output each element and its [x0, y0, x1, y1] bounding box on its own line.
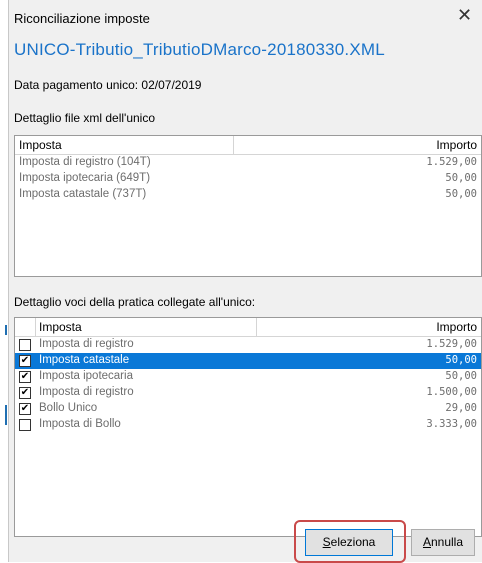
row-checkbox[interactable]: ✔ — [19, 403, 31, 415]
column-separator — [233, 136, 234, 154]
row-checkbox[interactable]: ✔ — [19, 371, 31, 383]
row-checkbox[interactable]: ✔ — [19, 387, 31, 399]
grid-header: Imposta Importo — [15, 318, 481, 337]
select-label: eleziona — [330, 535, 376, 549]
linked-items-grid[interactable]: Imposta Importo Imposta di registro 1.52… — [14, 317, 482, 537]
row-amount: 29,00 — [445, 402, 477, 414]
select-mnemonic: S — [322, 535, 331, 549]
row-amount: 1.529,00 — [426, 156, 477, 168]
checkmark-icon: ✔ — [20, 371, 30, 382]
row-amount: 50,00 — [445, 354, 477, 366]
table-row[interactable]: Imposta di Bollo 3.333,00 — [15, 417, 481, 433]
window-title: Riconciliazione imposte — [14, 11, 150, 26]
row-name: Imposta catastale (737T) — [19, 188, 147, 200]
close-icon[interactable]: ✕ — [457, 7, 472, 25]
cancel-mnemonic: A — [422, 535, 431, 549]
table-row[interactable]: ✔ Bollo Unico 29,00 — [15, 401, 481, 417]
row-amount: 50,00 — [445, 370, 477, 382]
row-checkbox[interactable]: ✔ — [19, 355, 31, 367]
checkmark-icon: ✔ — [20, 403, 30, 414]
row-amount: 50,00 — [445, 188, 477, 200]
table-row[interactable]: ✔ Imposta di registro 1.500,00 — [15, 385, 481, 401]
row-amount: 1.529,00 — [426, 338, 477, 350]
column-header-importo[interactable]: Importo — [436, 320, 477, 334]
row-name: Bollo Unico — [39, 402, 98, 414]
table-row[interactable]: Imposta di registro 1.529,00 — [15, 337, 481, 353]
checkmark-icon: ✔ — [20, 387, 30, 398]
row-name: Imposta di Bollo — [39, 418, 121, 430]
row-checkbox[interactable] — [19, 339, 31, 351]
row-name: Imposta di registro — [39, 386, 134, 398]
row-name: Imposta ipotecaria (649T) — [19, 172, 151, 184]
table-row[interactable]: Imposta catastale (737T) 50,00 — [15, 187, 481, 203]
cancel-button[interactable]: Annulla — [411, 529, 475, 556]
row-name: Imposta ipotecaria — [39, 370, 133, 382]
row-amount: 1.500,00 — [426, 386, 477, 398]
checkmark-icon: ✔ — [20, 355, 30, 366]
xml-detail-grid[interactable]: Imposta Importo Imposta di registro (104… — [14, 135, 482, 277]
row-name: Imposta di registro — [39, 338, 134, 350]
row-checkbox[interactable] — [19, 419, 31, 431]
xml-section-label: Dettaglio file xml dell'unico — [14, 111, 156, 125]
edge-marker — [5, 325, 7, 335]
xml-file-name: UNICO-Tributio_TributioDMarco-20180330.X… — [14, 40, 385, 59]
column-header-importo[interactable]: Importo — [436, 138, 477, 152]
cancel-label: nnulla — [430, 535, 464, 549]
select-button[interactable]: Seleziona — [305, 529, 393, 556]
payment-date-label: Data pagamento unico: 02/07/2019 — [14, 78, 202, 92]
row-amount: 50,00 — [445, 172, 477, 184]
table-row[interactable]: Imposta ipotecaria (649T) 50,00 — [15, 171, 481, 187]
row-name: Imposta catastale — [39, 354, 130, 366]
column-header-imposta[interactable]: Imposta — [19, 138, 62, 152]
column-separator — [35, 318, 36, 336]
table-row[interactable]: ✔ Imposta ipotecaria 50,00 — [15, 369, 481, 385]
linked-section-label: Dettaglio voci della pratica collegate a… — [14, 295, 256, 309]
edge-marker — [5, 405, 7, 425]
grid-header: Imposta Importo — [15, 136, 481, 155]
row-amount: 3.333,00 — [426, 418, 477, 430]
table-row-selected[interactable]: ✔ Imposta catastale 50,00 — [15, 353, 481, 369]
table-row[interactable]: Imposta di registro (104T) 1.529,00 — [15, 155, 481, 171]
column-header-imposta[interactable]: Imposta — [39, 320, 82, 334]
background-app-edge — [0, 0, 8, 562]
row-name: Imposta di registro (104T) — [19, 156, 151, 168]
column-separator — [256, 318, 257, 336]
